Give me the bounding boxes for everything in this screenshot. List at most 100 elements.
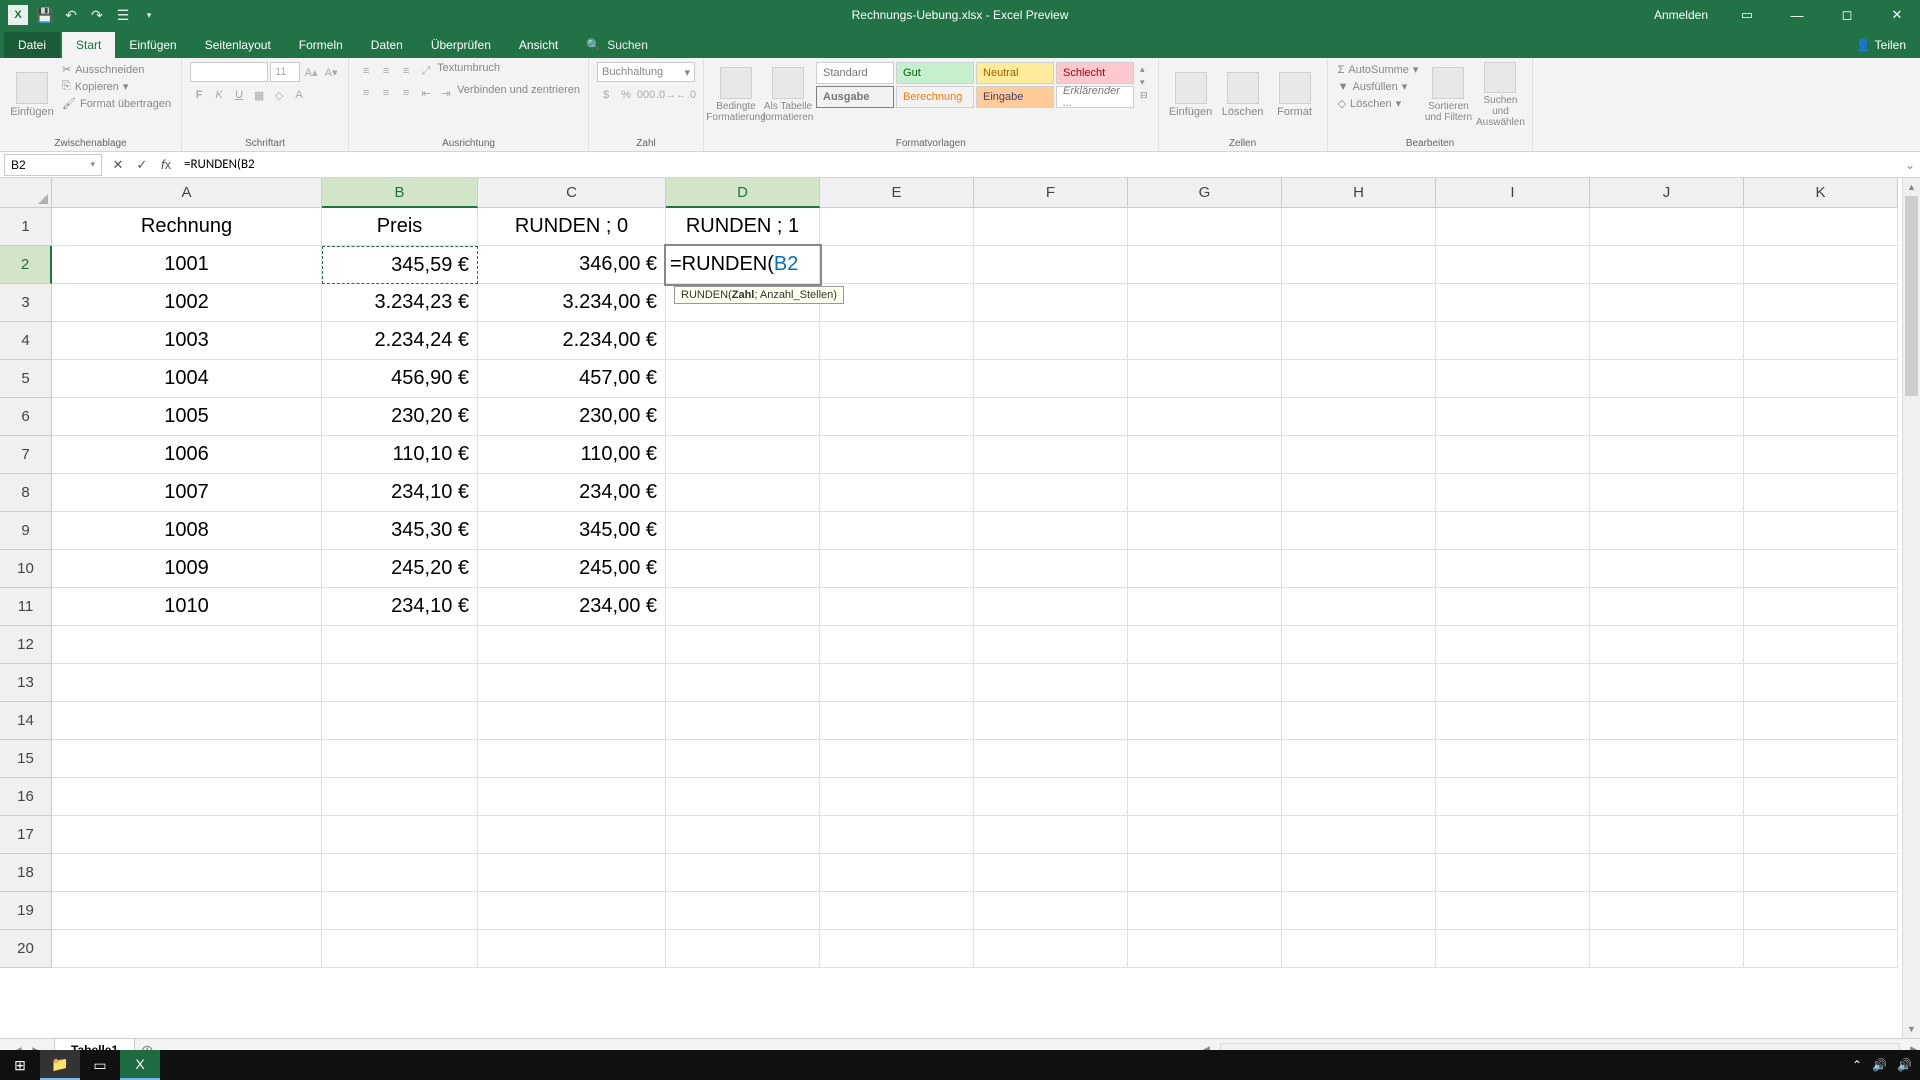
row-header-7[interactable]: 7 bbox=[0, 436, 52, 474]
col-header-C[interactable]: C bbox=[478, 178, 666, 208]
grid[interactable]: ABCDEFGHIJK 1234567891011121314151617181… bbox=[0, 178, 1920, 1038]
insert-function-button[interactable]: fx bbox=[154, 154, 178, 176]
row-header-11[interactable]: 11 bbox=[0, 588, 52, 626]
cell-B5[interactable]: 456,90 € bbox=[322, 360, 478, 398]
col-header-E[interactable]: E bbox=[820, 178, 974, 208]
tab-file[interactable]: Datei bbox=[4, 32, 60, 58]
cell-G9[interactable] bbox=[1128, 512, 1282, 550]
cell-E6[interactable] bbox=[820, 398, 974, 436]
cell-C13[interactable] bbox=[478, 664, 666, 702]
cell-D16[interactable] bbox=[666, 778, 820, 816]
cell-G5[interactable] bbox=[1128, 360, 1282, 398]
cell-F14[interactable] bbox=[974, 702, 1128, 740]
cell-H7[interactable] bbox=[1282, 436, 1436, 474]
cell-D13[interactable] bbox=[666, 664, 820, 702]
cell-C1[interactable]: RUNDEN ; 0 bbox=[478, 208, 666, 246]
cell-C3[interactable]: 3.234,00 € bbox=[478, 284, 666, 322]
maximize-button[interactable]: ◻ bbox=[1824, 0, 1870, 30]
cell-E12[interactable] bbox=[820, 626, 974, 664]
cell-E16[interactable] bbox=[820, 778, 974, 816]
cell-K14[interactable] bbox=[1744, 702, 1898, 740]
row-header-15[interactable]: 15 bbox=[0, 740, 52, 778]
cell-F6[interactable] bbox=[974, 398, 1128, 436]
cell-H6[interactable] bbox=[1282, 398, 1436, 436]
cell-H14[interactable] bbox=[1282, 702, 1436, 740]
cell-E14[interactable] bbox=[820, 702, 974, 740]
cell-F13[interactable] bbox=[974, 664, 1128, 702]
cell-A16[interactable] bbox=[52, 778, 322, 816]
cell-K15[interactable] bbox=[1744, 740, 1898, 778]
style-gallery-down-icon[interactable]: ▾ bbox=[1140, 77, 1148, 88]
cell-J8[interactable] bbox=[1590, 474, 1744, 512]
tab-review[interactable]: Überprüfen bbox=[417, 32, 505, 58]
style-berechnung[interactable]: Berechnung bbox=[896, 86, 974, 108]
cell-K20[interactable] bbox=[1744, 930, 1898, 968]
align-bottom-icon[interactable]: ≡ bbox=[397, 62, 415, 80]
taskbar-excel-icon[interactable]: X bbox=[120, 1050, 160, 1080]
cell-A10[interactable]: 1009 bbox=[52, 550, 322, 588]
font-size-select[interactable]: 11 bbox=[270, 62, 300, 82]
row-header-1[interactable]: 1 bbox=[0, 208, 52, 246]
cancel-formula-button[interactable]: ✕ bbox=[106, 154, 130, 176]
cut-button[interactable]: ✂Ausschneiden bbox=[60, 62, 173, 77]
cell-A8[interactable]: 1007 bbox=[52, 474, 322, 512]
cell-K10[interactable] bbox=[1744, 550, 1898, 588]
underline-button[interactable]: U bbox=[230, 86, 248, 104]
cell-K12[interactable] bbox=[1744, 626, 1898, 664]
close-button[interactable]: ✕ bbox=[1874, 0, 1920, 30]
cell-D2[interactable]: =RUNDEN(B2RUNDEN(Zahl; Anzahl_Stellen) bbox=[666, 246, 820, 284]
col-header-D[interactable]: D bbox=[666, 178, 820, 208]
cell-F20[interactable] bbox=[974, 930, 1128, 968]
cell-J11[interactable] bbox=[1590, 588, 1744, 626]
cell-D5[interactable] bbox=[666, 360, 820, 398]
tab-insert[interactable]: Einfügen bbox=[115, 32, 190, 58]
cell-K6[interactable] bbox=[1744, 398, 1898, 436]
number-format-select[interactable]: Buchhaltung▾ bbox=[597, 62, 695, 82]
cell-B1[interactable]: Preis bbox=[322, 208, 478, 246]
cell-E13[interactable] bbox=[820, 664, 974, 702]
cell-E19[interactable] bbox=[820, 892, 974, 930]
wrap-text-button[interactable]: Textumbruch bbox=[437, 62, 500, 80]
cell-I18[interactable] bbox=[1436, 854, 1590, 892]
cell-B6[interactable]: 230,20 € bbox=[322, 398, 478, 436]
cell-J4[interactable] bbox=[1590, 322, 1744, 360]
cell-J13[interactable] bbox=[1590, 664, 1744, 702]
formula-input[interactable]: =RUNDEN(B2 bbox=[178, 157, 1900, 172]
cell-J7[interactable] bbox=[1590, 436, 1744, 474]
cell-J17[interactable] bbox=[1590, 816, 1744, 854]
name-box[interactable]: B2▾ bbox=[4, 154, 102, 176]
row-header-4[interactable]: 4 bbox=[0, 322, 52, 360]
cell-H9[interactable] bbox=[1282, 512, 1436, 550]
cell-F7[interactable] bbox=[974, 436, 1128, 474]
increase-decimal-icon[interactable]: .0→ bbox=[657, 86, 675, 104]
cell-C9[interactable]: 345,00 € bbox=[478, 512, 666, 550]
cell-G12[interactable] bbox=[1128, 626, 1282, 664]
cell-A13[interactable] bbox=[52, 664, 322, 702]
ribbon-display-icon[interactable]: ▭ bbox=[1724, 0, 1770, 30]
row-header-6[interactable]: 6 bbox=[0, 398, 52, 436]
tab-view[interactable]: Ansicht bbox=[505, 32, 572, 58]
fill-color-button[interactable]: ◇ bbox=[270, 86, 288, 104]
tab-pagelayout[interactable]: Seitenlayout bbox=[191, 32, 285, 58]
cell-I4[interactable] bbox=[1436, 322, 1590, 360]
cell-A14[interactable] bbox=[52, 702, 322, 740]
cell-B11[interactable]: 234,10 € bbox=[322, 588, 478, 626]
col-header-K[interactable]: K bbox=[1744, 178, 1898, 208]
cell-I5[interactable] bbox=[1436, 360, 1590, 398]
cell-A11[interactable]: 1010 bbox=[52, 588, 322, 626]
cell-E4[interactable] bbox=[820, 322, 974, 360]
row-header-13[interactable]: 13 bbox=[0, 664, 52, 702]
cell-E20[interactable] bbox=[820, 930, 974, 968]
cell-I6[interactable] bbox=[1436, 398, 1590, 436]
cell-H13[interactable] bbox=[1282, 664, 1436, 702]
col-header-H[interactable]: H bbox=[1282, 178, 1436, 208]
vertical-scrollbar[interactable] bbox=[1902, 178, 1920, 1038]
increase-font-icon[interactable]: A▴ bbox=[302, 63, 320, 81]
cell-H2[interactable] bbox=[1282, 246, 1436, 284]
cell-K19[interactable] bbox=[1744, 892, 1898, 930]
cell-I2[interactable] bbox=[1436, 246, 1590, 284]
cell-J6[interactable] bbox=[1590, 398, 1744, 436]
cell-F19[interactable] bbox=[974, 892, 1128, 930]
cell-F15[interactable] bbox=[974, 740, 1128, 778]
cell-A3[interactable]: 1002 bbox=[52, 284, 322, 322]
